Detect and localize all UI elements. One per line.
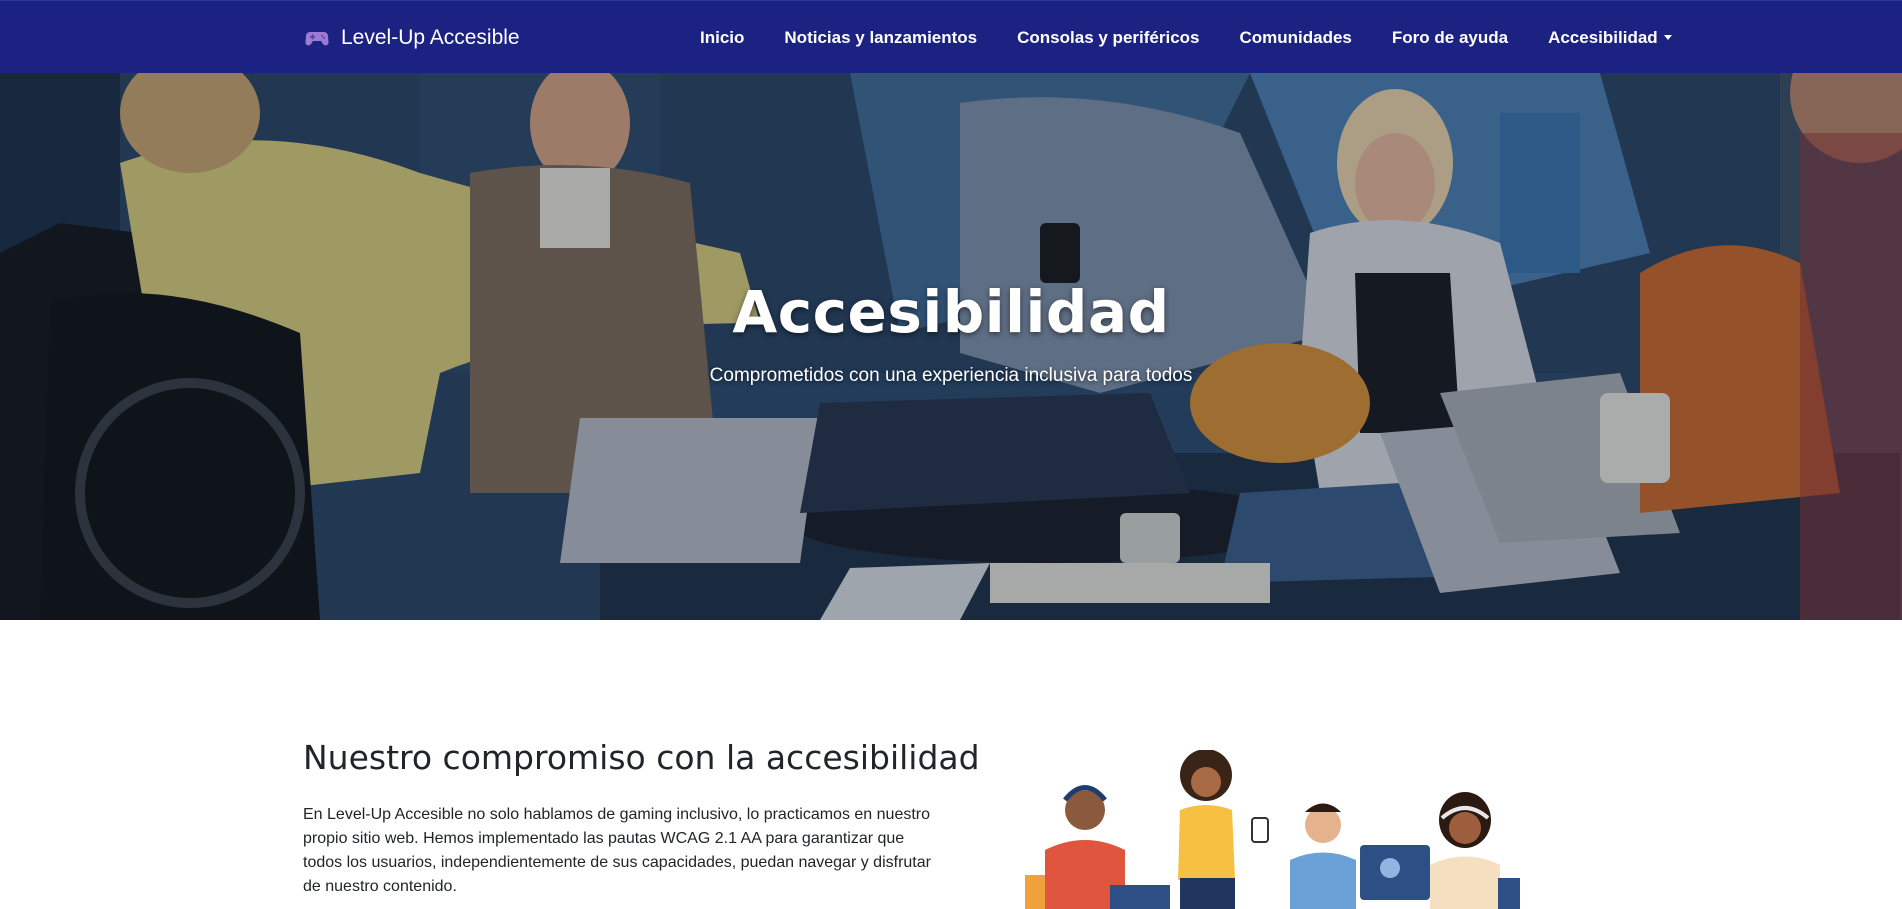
nav-item-inicio[interactable]: Inicio: [680, 28, 764, 48]
nav-item-foro[interactable]: Foro de ayuda: [1372, 28, 1528, 48]
brand-name: Level-Up Accesible: [341, 25, 520, 49]
nav-item-comunidades[interactable]: Comunidades: [1219, 28, 1371, 48]
hero-subtitle: Comprometidos con una experiencia inclus…: [709, 365, 1193, 386]
commitment-paragraph: En Level-Up Accesible no solo hablamos d…: [303, 806, 931, 895]
hero-title: Accesibilidad: [732, 278, 1170, 346]
hero-banner: Accesibilidad Comprometidos con una expe…: [0, 73, 1902, 620]
top-navbar: Level-Up Accesible Inicio Noticias y lan…: [0, 0, 1902, 73]
nav-item-accesibilidad-label: Accesibilidad: [1548, 27, 1658, 47]
main-nav: Inicio Noticias y lanzamientos Consolas …: [680, 1, 1692, 74]
gamepad-icon: [305, 31, 329, 45]
caret-down-icon: [1663, 35, 1672, 40]
inclusive-gamers-illustration: [1025, 750, 1520, 909]
hero-overlay: [0, 73, 1902, 620]
commitment-heading: Nuestro compromiso con la accesibilidad: [303, 738, 980, 777]
brand-link[interactable]: Level-Up Accesible: [305, 1, 520, 74]
nav-item-accesibilidad-dropdown[interactable]: Accesibilidad: [1528, 28, 1692, 48]
nav-item-noticias[interactable]: Noticias y lanzamientos: [764, 28, 997, 48]
nav-item-consolas[interactable]: Consolas y periféricos: [997, 28, 1219, 48]
